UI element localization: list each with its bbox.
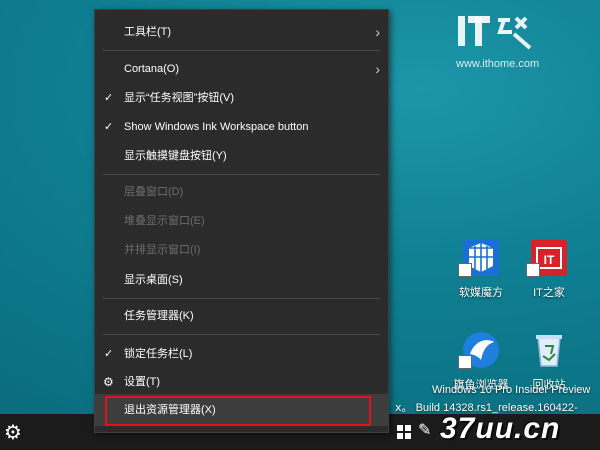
watermark-url: www.ithome.com: [456, 58, 540, 70]
windows-ink-pen-icon[interactable]: ✎: [418, 420, 440, 442]
menu-item-settings[interactable]: ⚙ 设置(T): [95, 368, 388, 396]
menu-item-cortana[interactable]: Cortana(O) ›: [95, 55, 388, 83]
checkmark-icon: ✓: [104, 348, 114, 360]
menu-item-label: Show Windows Ink Workspace button: [124, 121, 309, 133]
menu-item-show-task-view-button[interactable]: ✓ 显示“任务视图”按钮(V): [95, 84, 388, 112]
gear-icon: ⚙: [103, 375, 114, 389]
taskbar-context-menu: 工具栏(T) › Cortana(O) › ✓ 显示“任务视图”按钮(V) ✓ …: [94, 9, 389, 433]
menu-item-side-by-side-windows: 并排显示窗口(I): [95, 236, 388, 264]
site-brand: 37uu.cn: [440, 412, 561, 445]
menu-item-label: 锁定任务栏(L): [124, 348, 193, 360]
menu-item-label: 工具栏(T): [124, 26, 172, 38]
menu-item-stack-windows: 堆叠显示窗口(E): [95, 207, 388, 235]
ithome-logo-icon: [458, 16, 532, 50]
recycle-bin-icon: [536, 335, 562, 367]
menu-item-lock-taskbar[interactable]: ✓ 锁定任务栏(L): [95, 340, 388, 368]
desktop-icon-label: 软媒魔方: [459, 287, 503, 299]
menu-item-cascade-windows: 层叠窗口(D): [95, 178, 388, 206]
ithome-watermark: www.ithome.com: [456, 12, 586, 72]
menu-item-show-touch-keyboard-button[interactable]: 显示触摸键盘按钮(Y): [95, 142, 388, 170]
shortcut-arrow-icon: [458, 263, 472, 277]
menu-item-label: Cortana(O): [124, 63, 180, 75]
desktop-icon-label: IT之家: [533, 287, 565, 299]
menu-item-label: 显示桌面(S): [124, 274, 183, 286]
menu-item-label: 堆叠显示窗口(E): [124, 215, 205, 227]
menu-separator: [103, 174, 380, 175]
settings-gear-icon[interactable]: ⚙: [2, 420, 24, 444]
menu-item-show-desktop[interactable]: 显示桌面(S): [95, 266, 388, 294]
submenu-chevron-icon: ›: [375, 61, 380, 77]
menu-item-label: 设置(T): [124, 376, 161, 388]
svg-text:IT: IT: [544, 253, 555, 267]
checkmark-icon: ✓: [104, 92, 114, 104]
menu-item-label: 层叠窗口(D): [124, 186, 184, 198]
highlight-box: [105, 396, 371, 426]
menu-separator: [103, 298, 380, 299]
menu-item-label: 并排显示窗口(I): [124, 244, 201, 256]
menu-item-label: 显示“任务视图”按钮(V): [124, 92, 234, 104]
menu-item-task-manager[interactable]: 任务管理器(K): [95, 302, 388, 330]
menu-item-toolbars[interactable]: 工具栏(T) ›: [95, 18, 388, 46]
shortcut-arrow-icon: [526, 263, 540, 277]
build-info-line1: Windows 10 Pro Insider Preview: [432, 384, 591, 396]
desktop-icon-ithome[interactable]: IT IT之家: [512, 238, 586, 310]
checkmark-icon: ✓: [104, 121, 114, 133]
desktop-icon-ruanmei-mofang[interactable]: 软媒魔方: [444, 238, 518, 310]
submenu-chevron-icon: ›: [375, 24, 380, 40]
menu-separator: [103, 334, 380, 335]
menu-item-label: 任务管理器(K): [124, 310, 194, 322]
menu-separator: [103, 50, 380, 51]
menu-item-show-ink-workspace-button[interactable]: ✓ Show Windows Ink Workspace button: [95, 113, 388, 141]
task-view-icon[interactable]: [396, 424, 412, 440]
menu-item-label: 显示触摸键盘按钮(Y): [124, 150, 227, 162]
shortcut-arrow-icon: [458, 355, 472, 369]
